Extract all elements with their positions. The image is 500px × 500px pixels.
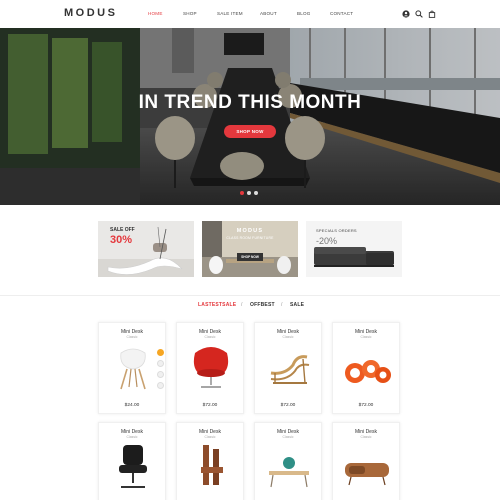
product-card[interactable]: Mini Desk Classic — [176, 422, 244, 500]
wooden-cabinet-image — [345, 463, 389, 486]
filter-separator: / — [241, 302, 243, 308]
product-actions — [157, 349, 164, 389]
product-card[interactable]: Mini Desk Classic $24.00 — [98, 322, 166, 414]
product-card[interactable]: Mini Desk Classic $72.00 — [254, 322, 322, 414]
white-chair-image — [120, 348, 146, 390]
product-card[interactable]: Mini Desk Classic — [254, 422, 322, 500]
product-price: $72.00 — [280, 403, 296, 408]
promo-subtitle: CLASS ROOM FURNITURE — [226, 236, 274, 240]
product-card[interactable]: Mini Desk Classic $72.00 — [176, 322, 244, 414]
coffee-table-image — [269, 457, 309, 488]
orange-ring-seats-image — [345, 360, 391, 383]
slider-dot-3[interactable] — [254, 191, 258, 195]
logo[interactable]: MODUS — [64, 7, 117, 19]
product-price: $72.00 — [358, 403, 374, 408]
filter-offbest[interactable]: OFFBEST — [250, 302, 275, 308]
product-category: Classic — [126, 435, 138, 439]
filter-sale[interactable]: SALE — [290, 302, 304, 308]
nav-blog[interactable]: BLOG — [297, 11, 311, 16]
product-category: Classic — [204, 335, 216, 339]
product-category: Classic — [204, 435, 216, 439]
wooden-chair-image — [201, 445, 223, 485]
slider-dot-2[interactable] — [247, 191, 251, 195]
compare-button[interactable] — [157, 371, 164, 378]
nav-contact[interactable]: CONTACT — [330, 11, 353, 16]
product-card[interactable]: Mini Desk Classic $72.00 — [332, 322, 400, 414]
user-icon[interactable] — [401, 9, 411, 19]
product-category: Classic — [360, 335, 372, 339]
header: MODUS HOME SHOP SALE ITEM ABOUT BLOG CON… — [0, 0, 500, 28]
product-category: Classic — [282, 435, 294, 439]
filter-separator: / — [281, 302, 283, 308]
product-filters: LASTESTSALE / OFFBEST / SALE — [0, 302, 500, 312]
wishlist-button[interactable] — [157, 360, 164, 367]
hero-photo — [0, 28, 500, 205]
wooden-lounger-image — [270, 355, 310, 384]
product-price: $24.00 — [124, 403, 140, 408]
section-divider — [0, 295, 500, 296]
promo-discount: -20% — [316, 236, 338, 246]
quick-view-button[interactable] — [157, 382, 164, 389]
nav-shop[interactable]: SHOP — [183, 11, 197, 16]
hero-title: IN TREND THIS MONTH — [138, 92, 362, 113]
shop-now-button[interactable]: SHOP NOW — [224, 125, 276, 138]
slider-dot-1[interactable] — [240, 191, 244, 195]
product-card[interactable]: Mini Desk Classic — [332, 422, 400, 500]
promo-class-room[interactable]: MODUS CLASS ROOM FURNITURE SHOP NOW — [202, 221, 298, 277]
promo-logo: MODUS — [236, 228, 264, 234]
add-to-cart-button[interactable] — [157, 349, 164, 356]
nav-home[interactable]: HOME — [148, 11, 163, 16]
promo-specials-orders[interactable]: SPECIALS ORDERS -20% — [306, 221, 402, 277]
slider-dots — [240, 191, 258, 195]
search-icon[interactable] — [414, 9, 424, 19]
product-price: $72.00 — [202, 403, 218, 408]
cart-icon[interactable] — [427, 9, 437, 19]
red-egg-chair-image — [193, 347, 229, 388]
nav-about[interactable]: ABOUT — [260, 11, 277, 16]
promo-label: SALE OFF — [110, 227, 135, 233]
product-category: Classic — [126, 335, 138, 339]
promo-sale-off[interactable]: SALE OFF 30% — [98, 221, 194, 277]
office-chair-image — [119, 445, 147, 488]
product-card[interactable]: Mini Desk Classic — [98, 422, 166, 500]
promo-shop-now-button[interactable]: SHOP NOW — [237, 253, 263, 261]
product-category: Classic — [360, 435, 372, 439]
promo-discount: 30% — [110, 234, 133, 246]
hero-banner: IN TREND THIS MONTH SHOP NOW — [0, 28, 500, 205]
nav-sale-item[interactable]: SALE ITEM — [217, 11, 243, 16]
filter-lastestsale[interactable]: LASTESTSALE — [198, 302, 236, 308]
product-category: Classic — [282, 335, 294, 339]
promo-label: SPECIALS ORDERS — [316, 228, 357, 233]
